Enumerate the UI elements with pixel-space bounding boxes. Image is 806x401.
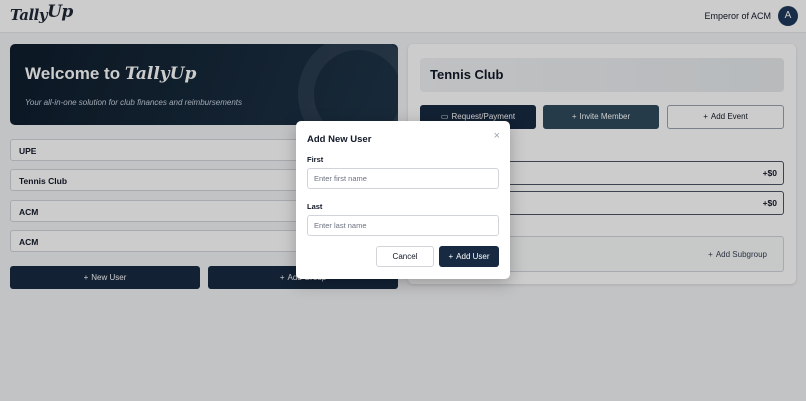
cancel-button[interactable]: Cancel [376, 246, 434, 267]
plus-icon: + [448, 252, 454, 261]
modal-title: Add New User [307, 134, 372, 145]
last-name-input[interactable] [307, 215, 499, 236]
add-user-button[interactable]: + Add User [439, 246, 499, 267]
add-user-modal: Add New User × First Last Cancel +Add Us… [296, 121, 510, 279]
first-name-input[interactable] [307, 168, 499, 189]
first-name-label: First [307, 155, 324, 164]
close-icon[interactable]: × [494, 131, 500, 142]
last-name-label: Last [307, 202, 323, 211]
add-user-label: Add User [456, 252, 490, 261]
